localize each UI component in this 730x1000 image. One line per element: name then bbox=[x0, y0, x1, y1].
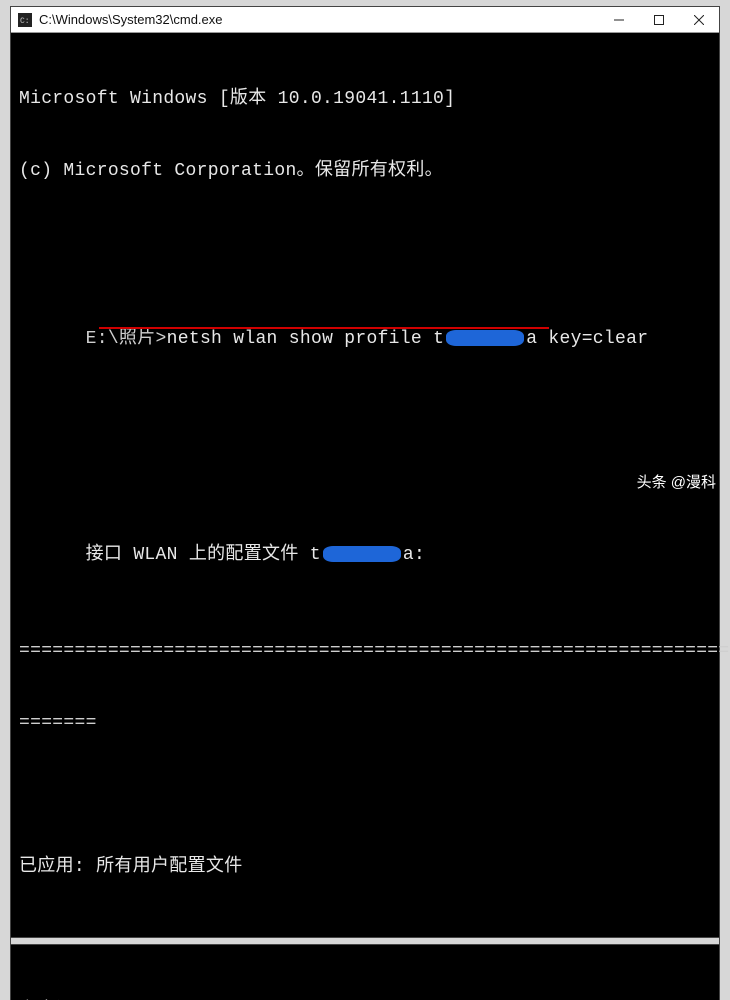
interface-suffix: a: bbox=[403, 545, 425, 565]
redacted-profile-name-2 bbox=[323, 546, 401, 562]
watermark: 头条 @漫科 bbox=[637, 471, 716, 492]
blank-line-2 bbox=[19, 447, 711, 471]
prompt: E:\照片> bbox=[86, 329, 167, 349]
divider-short: ======= bbox=[19, 711, 711, 735]
svg-text:C:: C: bbox=[20, 17, 30, 26]
line-applied: 已应用: 所有用户配置文件 bbox=[19, 855, 711, 879]
line-version: Microsoft Windows [版本 10.0.19041.1110] bbox=[19, 87, 711, 111]
window-title: C:\Windows\System32\cmd.exe bbox=[39, 12, 599, 27]
command-text-1: netsh wlan show profile t bbox=[167, 329, 445, 349]
command-text-2: a key=clear bbox=[526, 329, 648, 349]
section-gap bbox=[11, 937, 719, 945]
close-button[interactable] bbox=[679, 7, 719, 33]
redacted-profile-name-1 bbox=[446, 330, 524, 346]
cmd-window: C: C:\Windows\System32\cmd.exe Microsoft… bbox=[10, 6, 720, 1000]
line-interface: 接口 WLAN 上的配置文件 t a: bbox=[19, 519, 711, 591]
titlebar[interactable]: C: C:\Windows\System32\cmd.exe bbox=[11, 7, 719, 33]
blank-line-3 bbox=[19, 783, 711, 807]
red-underline-command bbox=[99, 327, 549, 329]
interface-prefix: 接口 WLAN 上的配置文件 t bbox=[86, 545, 321, 565]
maximize-button[interactable] bbox=[639, 7, 679, 33]
security-header: 安全设置 bbox=[19, 999, 711, 1000]
cmd-icon: C: bbox=[17, 12, 33, 28]
terminal-output-security[interactable]: 安全设置 ----------------- 身份验证 : WPA2 - 个人 … bbox=[11, 945, 719, 1000]
command-line: E:\照片>netsh wlan show profile t a key=cle… bbox=[19, 303, 711, 399]
minimize-button[interactable] bbox=[599, 7, 639, 33]
terminal-output-top[interactable]: Microsoft Windows [版本 10.0.19041.1110] (… bbox=[11, 33, 719, 937]
line-copyright: (c) Microsoft Corporation。保留所有权利。 bbox=[19, 159, 711, 183]
blank-line bbox=[19, 231, 711, 255]
divider-long: ========================================… bbox=[19, 639, 711, 663]
